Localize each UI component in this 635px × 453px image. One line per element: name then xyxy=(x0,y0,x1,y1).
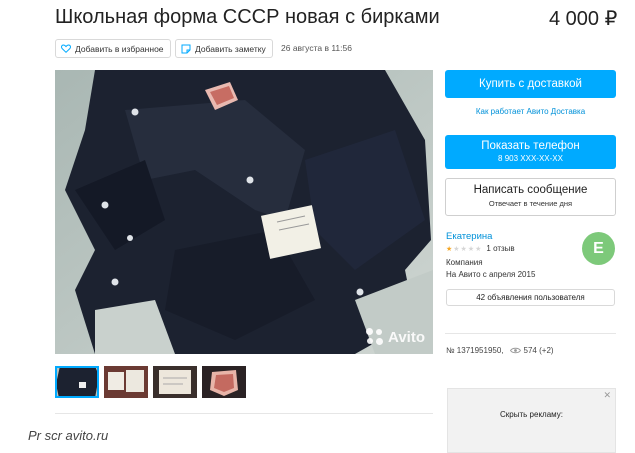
thumbnail-3[interactable] xyxy=(153,366,197,398)
seller-type: Компания xyxy=(446,258,483,267)
main-photo[interactable]: Avito xyxy=(55,70,433,354)
source-caption: Pr scr avito.ru xyxy=(28,428,109,443)
show-phone-button[interactable]: Показать телефон 8 903 XXX-XX-XX xyxy=(445,135,616,169)
listing-meta: № 1371951950, 574 (+2) xyxy=(446,346,554,355)
note-icon xyxy=(181,44,191,53)
reviews-count: 1 отзыв xyxy=(486,244,515,253)
delivery-info-link[interactable]: Как работает Авито Доставка xyxy=(445,107,616,116)
thumbnail-1[interactable] xyxy=(55,366,99,398)
avito-logo-icon xyxy=(366,328,384,346)
listing-title: Школьная форма СССР новая с бирками xyxy=(55,6,440,28)
seller-rating[interactable]: ★★★★★ 1 отзыв xyxy=(446,244,515,253)
response-time: Отвечает в течение дня xyxy=(488,199,573,208)
add-note-button[interactable]: Добавить заметку xyxy=(175,39,273,58)
add-to-favorites-label: Добавить в избранное xyxy=(75,43,164,54)
add-to-favorites-button[interactable]: Добавить в избранное xyxy=(55,39,171,58)
thumbnail-2[interactable] xyxy=(104,366,148,398)
jacket-image xyxy=(55,70,433,354)
views-count: 574 (+2) xyxy=(523,346,554,355)
heart-icon xyxy=(61,44,71,53)
close-icon[interactable]: ✕ xyxy=(603,390,611,401)
ad-block: ✕ Скрыть рекламу: xyxy=(447,388,616,453)
seller-since: На Авито с апреля 2015 xyxy=(446,270,536,279)
seller-avatar[interactable]: Е xyxy=(582,232,615,265)
rating-stars-icon: ★★★★★ xyxy=(446,245,483,253)
avito-watermark: Avito xyxy=(366,328,425,346)
listing-price: 4 000 ₽ xyxy=(549,8,618,30)
seller-name-link[interactable]: Екатерина xyxy=(446,231,492,242)
write-message-button[interactable]: Написать сообщение Отвечает в течение дн… xyxy=(445,178,616,216)
listing-date: 26 августа в 11:56 xyxy=(281,43,352,53)
thumbnail-strip xyxy=(55,366,246,398)
thumbnail-4[interactable] xyxy=(202,366,246,398)
seller-ads-button[interactable]: 42 объявления пользователя xyxy=(446,289,615,306)
buy-with-delivery-button[interactable]: Купить с доставкой xyxy=(445,70,616,98)
hide-ads-label[interactable]: Скрыть рекламу: xyxy=(448,410,615,419)
avito-watermark-text: Avito xyxy=(388,328,425,346)
ad-number: № 1371951950, xyxy=(446,346,504,355)
add-note-label: Добавить заметку xyxy=(195,43,266,54)
eye-icon xyxy=(509,347,521,354)
phone-number-masked: 8 903 XXX-XX-XX xyxy=(498,154,563,163)
gallery-divider xyxy=(55,413,433,414)
write-message-label: Написать сообщение xyxy=(473,184,588,196)
sidebar-divider xyxy=(445,333,616,334)
show-phone-label: Показать телефон xyxy=(481,140,580,152)
